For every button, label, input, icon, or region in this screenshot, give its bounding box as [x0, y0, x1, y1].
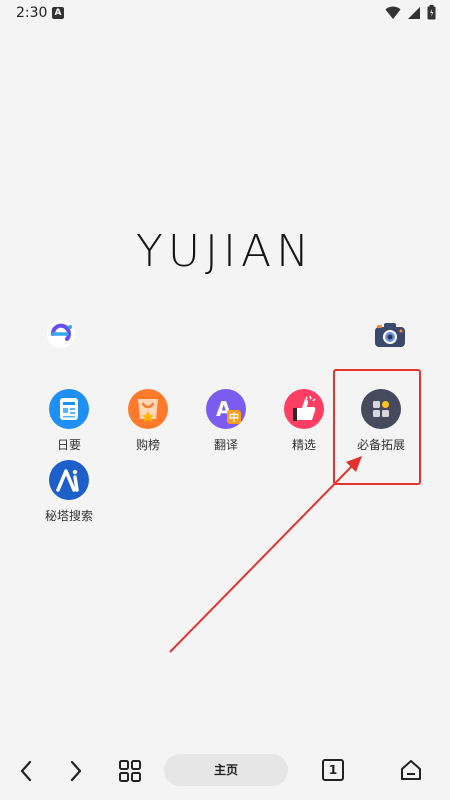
forward-icon[interactable] — [68, 759, 84, 783]
bottom-nav-bar: 主页 1 — [0, 742, 450, 800]
tabs-button[interactable]: 1 — [322, 759, 344, 781]
back-icon[interactable] — [18, 759, 34, 783]
tab-count: 1 — [328, 763, 338, 777]
home-label: 主页 — [213, 763, 238, 777]
home-button[interactable]: 主页 — [164, 754, 288, 786]
annotation-arrow — [169, 456, 362, 653]
home-icon[interactable] — [399, 758, 423, 782]
menu-grid-icon[interactable] — [118, 759, 142, 783]
